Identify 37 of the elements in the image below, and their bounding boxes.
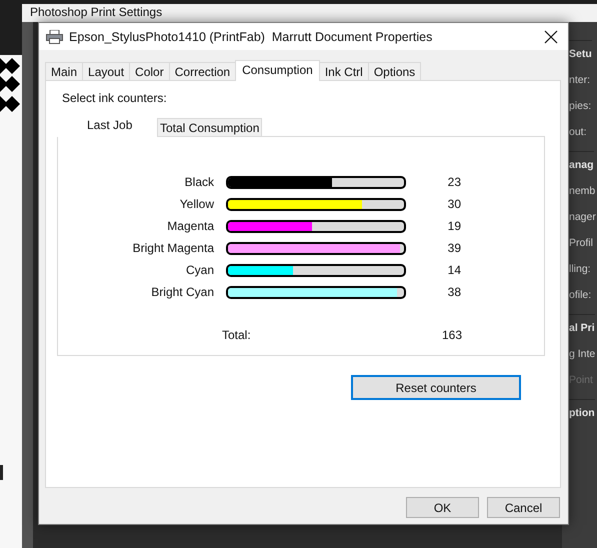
field-label: g Inte — [569, 347, 596, 362]
field-label: nager — [569, 210, 596, 225]
field-label: ofile: — [569, 288, 592, 303]
tab[interactable]: Layout — [82, 62, 130, 80]
field-label: Profil — [569, 236, 593, 251]
ink-label: Black — [184, 175, 214, 189]
ink-label: Yellow — [178, 197, 214, 211]
ink-label: Bright Magenta — [132, 241, 214, 255]
tab[interactable]: Main — [45, 62, 84, 80]
window-title: Photoshop Print Settings — [30, 4, 162, 20]
dialog-title: Epson_StylusPhoto1410 (PrintFab) Marrutt Document Properties — [69, 30, 434, 44]
tab[interactable]: Total Consumption — [157, 118, 262, 136]
ok-button[interactable]: OK — [406, 497, 479, 518]
field-label: nter: — [569, 73, 590, 88]
ink-count: 19 — [446, 219, 461, 233]
ink-count: 38 — [446, 285, 461, 299]
field-label: nemb — [569, 184, 596, 199]
tab[interactable]: Last Job — [57, 117, 157, 137]
cancel-button[interactable]: Cancel — [487, 497, 560, 518]
close-icon[interactable] — [542, 28, 560, 46]
reset-counters-button[interactable]: Reset counters — [351, 375, 521, 400]
ink-label: Cyan — [184, 263, 214, 277]
field-label: lling: — [569, 262, 591, 277]
total-value: 163 — [442, 328, 460, 344]
ink-count: 30 — [446, 197, 461, 211]
tab[interactable]: Consumption — [235, 60, 320, 81]
ink-count: 39 — [446, 241, 461, 255]
ink-count: 14 — [446, 263, 461, 277]
ink-count: 23 — [446, 175, 461, 189]
total-label: Total: — [222, 328, 252, 344]
field-label: pies: — [569, 99, 592, 114]
printer-icon — [46, 30, 63, 44]
field-label: out: — [569, 125, 587, 140]
ink-label: Bright Cyan — [150, 285, 214, 299]
instruction-text: Select ink counters: — [61, 91, 168, 107]
ink-label: Magenta — [166, 219, 214, 233]
tab[interactable]: Options — [368, 62, 422, 80]
